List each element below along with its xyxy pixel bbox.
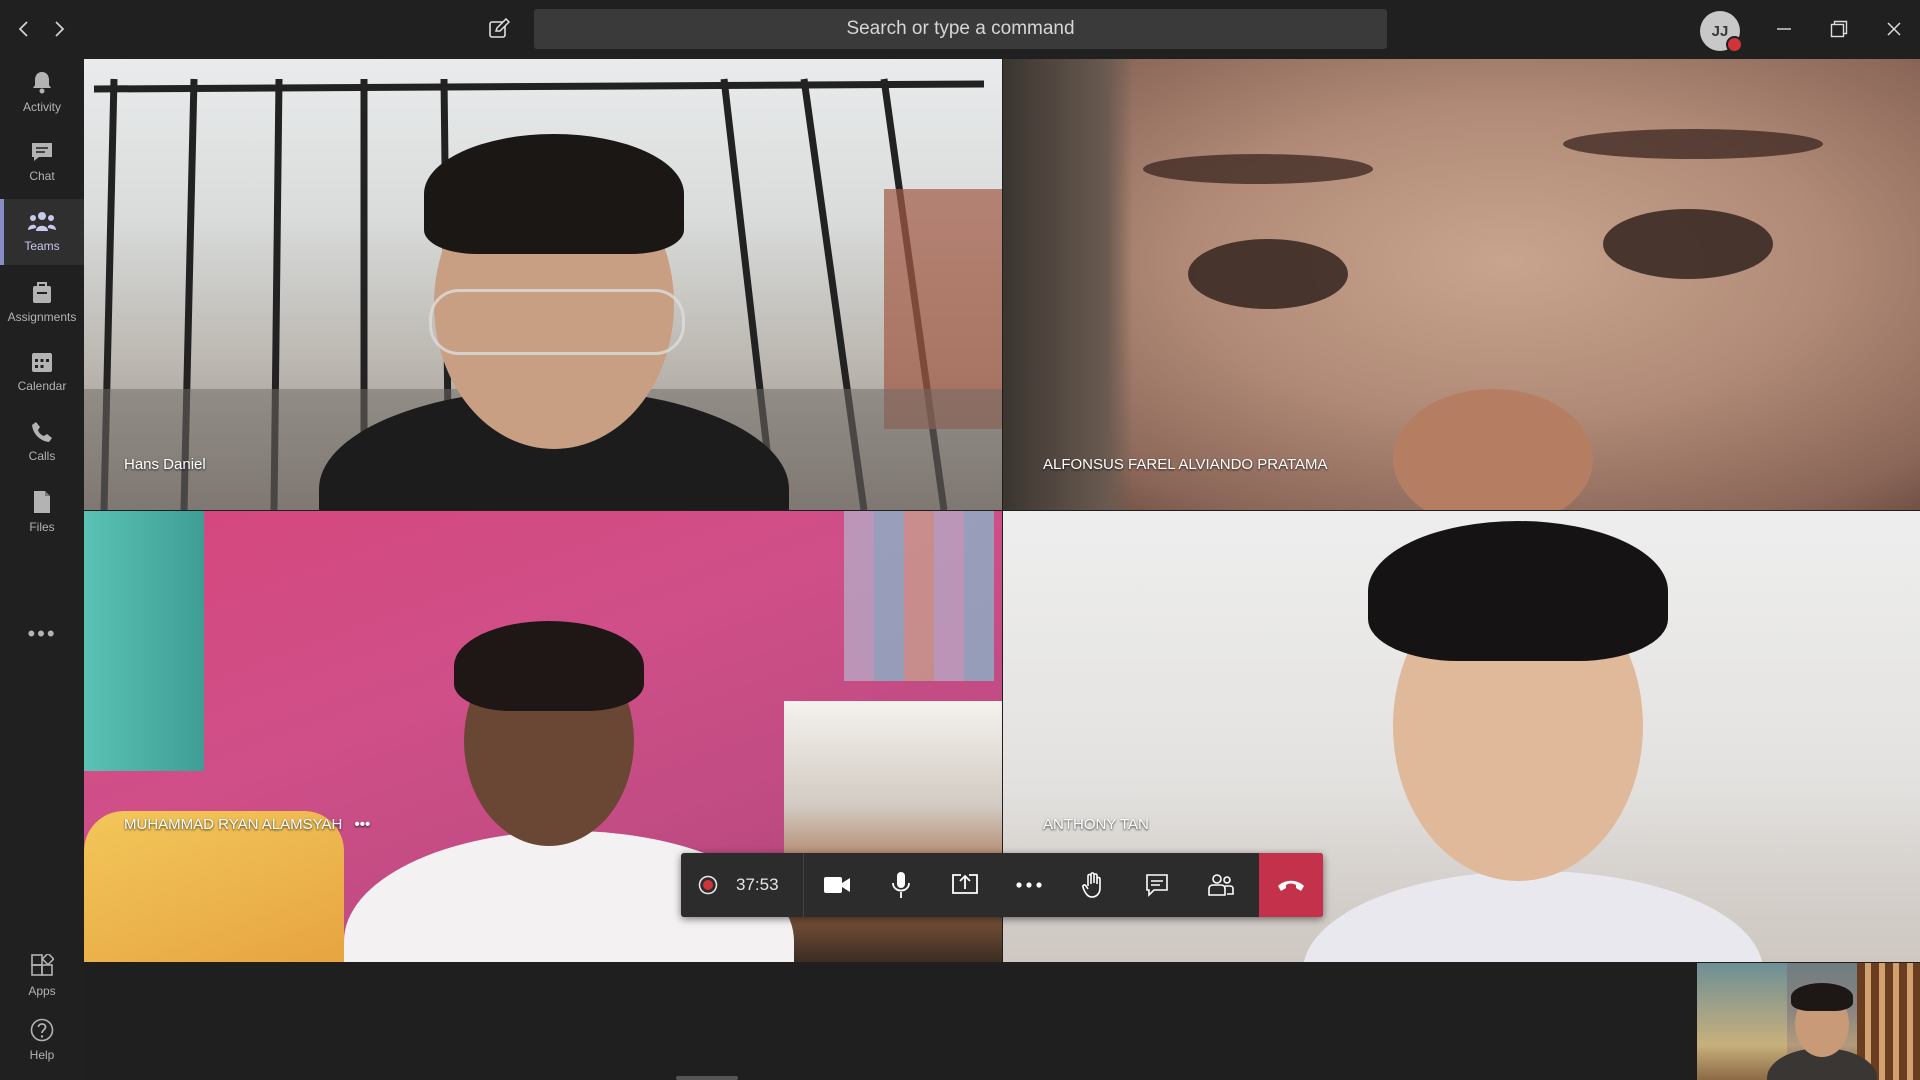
participant-name: ALFONSUS FAREL ALVIANDO PRATAMA	[1043, 456, 1328, 473]
video-tile-alfonsus[interactable]: ALFONSUS FAREL ALVIANDO PRATAMA	[1003, 59, 1920, 510]
hair	[1003, 59, 1133, 510]
files-icon	[34, 491, 50, 513]
bedding	[784, 701, 1002, 962]
chat-button[interactable]	[1127, 853, 1187, 917]
chevron-left-icon	[18, 21, 28, 37]
rail-label: Apps	[28, 984, 56, 998]
assignments-icon	[33, 282, 51, 303]
participant-name: Hans Daniel	[124, 456, 206, 473]
camera-button[interactable]	[807, 853, 867, 917]
participants-icon	[1208, 874, 1234, 896]
self-hair	[1791, 983, 1853, 1011]
avatar-initials: JJ	[1711, 22, 1729, 40]
share-screen-button[interactable]	[935, 853, 995, 917]
participant-name: MUHAMMAD RYAN ALAMSYAH •••	[124, 816, 370, 833]
compose-icon	[489, 18, 510, 38]
record-indicator	[697, 874, 719, 896]
call-controls: 37:53	[681, 853, 1323, 917]
share-screen-icon	[952, 874, 978, 894]
teams-icon	[28, 212, 56, 231]
chat-icon	[1146, 874, 1168, 897]
curtain	[84, 511, 204, 771]
more-apps-button[interactable]: •••	[0, 621, 84, 647]
title-bar: Search or type a command JJ	[0, 0, 1920, 59]
raise-hand-button[interactable]	[1063, 853, 1123, 917]
forward-button[interactable]	[44, 14, 74, 44]
rail-label: Teams	[24, 239, 60, 253]
participant-more-button[interactable]: •••	[355, 816, 371, 833]
phone-icon	[32, 422, 52, 442]
scroll-indicator	[676, 1076, 738, 1080]
rail-label: Calls	[28, 449, 56, 463]
rail-item-calls[interactable]: Calls	[0, 409, 84, 475]
participants-button[interactable]	[1191, 853, 1251, 917]
pillow	[84, 811, 344, 962]
minimize-button[interactable]	[1764, 10, 1804, 48]
participant-hair	[454, 621, 644, 711]
app-rail: Activity Chat Teams Assignments Calendar…	[0, 59, 84, 1080]
minimize-icon	[1777, 28, 1791, 30]
close-icon	[1887, 22, 1901, 36]
divider	[803, 853, 804, 917]
rail-item-teams[interactable]: Teams	[0, 199, 84, 265]
posters	[844, 511, 994, 681]
eye-right	[1603, 209, 1773, 279]
rail-label: Assignments	[7, 310, 77, 324]
rail-label: Activity	[22, 100, 61, 114]
eye-left	[1188, 239, 1348, 309]
glasses	[429, 289, 685, 355]
rail-label: Help	[29, 1048, 55, 1062]
rail-label: Chat	[29, 169, 55, 183]
calendar-icon	[32, 353, 52, 372]
hang-up-button[interactable]	[1259, 853, 1323, 917]
raise-hand-icon	[1082, 872, 1101, 898]
rail-item-activity[interactable]: Activity	[0, 59, 84, 125]
compose-button[interactable]	[482, 13, 516, 45]
rail-item-chat[interactable]: Chat	[0, 129, 84, 195]
chat-icon	[32, 143, 52, 161]
rail-label: Files	[29, 520, 55, 534]
avatar[interactable]: JJ	[1700, 11, 1743, 53]
back-button[interactable]	[9, 14, 39, 44]
eyebrow-left	[1143, 154, 1373, 184]
close-button[interactable]	[1874, 10, 1914, 48]
restore-icon	[1830, 20, 1848, 38]
status-badge	[1726, 36, 1743, 53]
rail-item-calendar[interactable]: Calendar	[0, 339, 84, 405]
rail-item-files[interactable]: Files	[0, 479, 84, 545]
participant-hair	[1368, 521, 1668, 661]
eyebrow-right	[1563, 129, 1823, 159]
record-icon	[698, 875, 718, 895]
more-icon	[1016, 882, 1042, 888]
restore-button[interactable]	[1819, 10, 1859, 48]
rail-item-assignments[interactable]: Assignments	[0, 269, 84, 335]
rail-label: Calendar	[17, 379, 67, 393]
apps-icon	[31, 954, 54, 976]
nose	[1393, 389, 1593, 510]
participant-hair	[424, 134, 684, 254]
search-input[interactable]: Search or type a command	[534, 9, 1387, 49]
microphone-icon	[892, 872, 910, 898]
video-tile-hans-daniel[interactable]: Hans Daniel	[84, 59, 1002, 510]
rail-item-apps[interactable]: Apps	[0, 943, 84, 1009]
self-view[interactable]	[1697, 963, 1920, 1080]
participant-name: ANTHONY TAN	[1043, 816, 1149, 833]
help-icon	[30, 1018, 54, 1042]
more-actions-button[interactable]	[999, 853, 1059, 917]
chevron-right-icon	[55, 21, 65, 37]
participant-name-text: MUHAMMAD RYAN ALAMSYAH	[124, 816, 343, 833]
rail-item-help[interactable]: Help	[0, 1007, 84, 1073]
call-timer: 37:53	[736, 875, 779, 894]
microphone-button[interactable]	[871, 853, 931, 917]
hang-up-icon	[1278, 880, 1304, 891]
bell-icon	[33, 72, 51, 94]
camera-icon	[824, 877, 850, 893]
